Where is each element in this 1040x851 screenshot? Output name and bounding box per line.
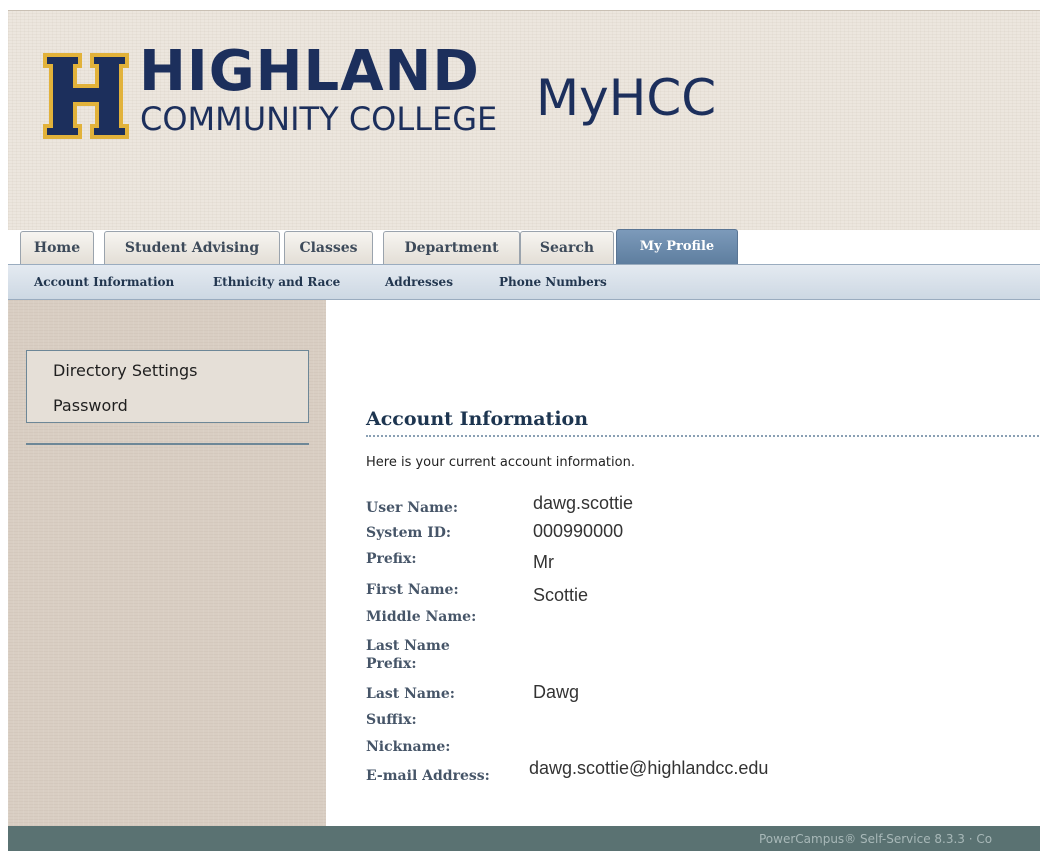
subnav-account-information[interactable]: Account Information xyxy=(34,265,174,299)
portal-name: MyHCC xyxy=(536,69,717,127)
last-name-value: Dawg xyxy=(533,682,580,702)
suffix-label: Suffix: xyxy=(366,712,417,728)
user-name-label: User Name: xyxy=(366,500,459,516)
header-top-border xyxy=(8,10,1040,11)
logo-wordmark-highland: HIGHLAND xyxy=(139,39,480,104)
subnav-phone-numbers[interactable]: Phone Numbers xyxy=(499,265,607,299)
site-header: H HIGHLAND COMMUNITY COLLEGE MyHCC xyxy=(8,10,1040,230)
subnav-addresses[interactable]: Addresses xyxy=(385,265,453,299)
page-title: Account Information xyxy=(366,408,589,430)
title-divider xyxy=(366,435,1040,437)
tab-classes[interactable]: Classes xyxy=(284,231,373,264)
sidebar: Directory Settings Password xyxy=(8,300,326,826)
email-label: E-mail Address: xyxy=(366,768,490,784)
browser-page: H HIGHLAND COMMUNITY COLLEGE MyHCC Home … xyxy=(8,10,1040,851)
user-name-value: dawg.scottie xyxy=(533,493,634,513)
tab-department[interactable]: Department xyxy=(383,231,520,264)
tab-search[interactable]: Search xyxy=(520,231,614,264)
email-value: dawg.scottie@highlandcc.edu xyxy=(529,758,769,778)
logo-wordmark-community-college: COMMUNITY COLLEGE xyxy=(140,100,498,138)
intro-text: Here is your current account information… xyxy=(366,455,635,470)
middle-name-label: Middle Name: xyxy=(366,609,477,625)
last-name-label: Last Name: xyxy=(366,686,455,702)
prefix-value: Mr xyxy=(533,552,554,572)
page-footer: PowerCampus® Self-Service 8.3.3 · Co xyxy=(8,826,1040,851)
footer-text: PowerCampus® Self-Service 8.3.3 · Co xyxy=(759,832,993,846)
system-id-label: System ID: xyxy=(366,525,452,541)
content-area: Directory Settings Password Account Info… xyxy=(8,300,1040,826)
sidebar-item-directory-settings[interactable]: Directory Settings xyxy=(53,361,197,380)
prefix-label: Prefix: xyxy=(366,551,417,567)
first-name-value: Scottie xyxy=(533,585,589,605)
tab-home[interactable]: Home xyxy=(20,231,94,264)
tab-student-advising[interactable]: Student Advising xyxy=(104,231,280,264)
sidebar-menu: Directory Settings Password xyxy=(26,350,309,423)
logo-letter: H xyxy=(86,111,87,113)
sidebar-divider xyxy=(26,443,309,445)
highland-h-logo-icon: H xyxy=(43,53,129,139)
first-name-label: First Name: xyxy=(366,582,459,598)
profile-subnav: Account Information Ethnicity and Race A… xyxy=(8,264,1040,300)
main-panel: Account Information Here is your current… xyxy=(326,300,1040,826)
system-id-value: 000990000 xyxy=(533,521,624,541)
sidebar-item-password[interactable]: Password xyxy=(53,396,128,415)
tab-my-profile[interactable]: My Profile xyxy=(616,229,738,264)
last-name-prefix-label: Last Name Prefix: xyxy=(366,638,450,672)
nickname-label: Nickname: xyxy=(366,739,451,755)
main-tabs: Home Student Advising Classes Department… xyxy=(8,229,1040,264)
subnav-ethnicity-and-race[interactable]: Ethnicity and Race xyxy=(213,265,340,299)
